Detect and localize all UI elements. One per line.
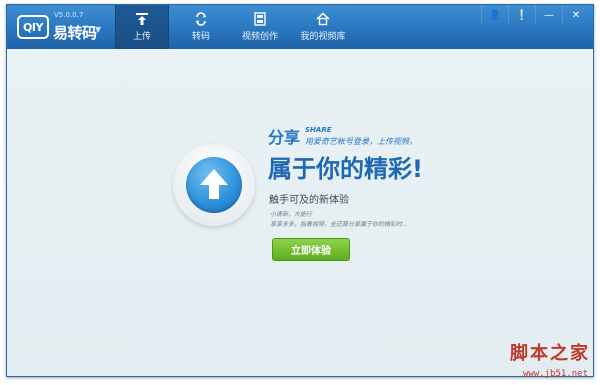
film-icon: [254, 12, 266, 26]
tab-video-creation[interactable]: 视频创作: [233, 5, 287, 49]
tab-label: 上传: [132, 32, 151, 42]
info-icon[interactable]: ❕: [508, 5, 535, 25]
tab-label: 视频创作: [241, 32, 278, 42]
close-icon[interactable]: ✕: [562, 5, 589, 25]
tab-transcode[interactable]: 转码: [174, 5, 228, 49]
upload-button-inner: [186, 157, 242, 213]
app-window: QIY V5.0.0.7 易转码 ▼ 上传 转码 视频创作 我的视频库 👤 ❕ …: [6, 4, 594, 377]
app-name: 易转码: [53, 24, 97, 42]
site-watermark-url: www.jb51.net: [522, 369, 588, 379]
upload-panel: 分享 SHARE 用爱奇艺帐号登录，上传视频， 属于你的精彩! 触手可及的新体验…: [7, 49, 593, 376]
app-menu-chevron-down-icon[interactable]: ▼: [95, 25, 101, 34]
upload-button[interactable]: [173, 144, 255, 226]
upload-icon: [136, 13, 148, 25]
minimize-icon[interactable]: —: [535, 5, 562, 25]
try-now-button[interactable]: 立即体验: [272, 238, 350, 261]
home-icon: [316, 12, 330, 26]
iqiyi-logo: QIY: [17, 15, 49, 39]
promo-subtitle: 用爱奇艺帐号登录，上传视频，: [305, 137, 417, 146]
promo-tagline: 触手可及的新体验: [269, 195, 349, 206]
site-watermark: 脚本之家: [510, 343, 590, 364]
window-controls: 👤 ❕ — ✕: [481, 5, 589, 25]
arrow-up-icon: [200, 169, 228, 199]
title-bar: QIY V5.0.0.7 易转码 ▼ 上传 转码 视频创作 我的视频库 👤 ❕ …: [7, 5, 593, 49]
promo-note-1: 小清新，大能行: [270, 211, 313, 218]
tab-my-video-library[interactable]: 我的视频库: [292, 5, 354, 49]
promo-title-prefix: 分享: [268, 128, 301, 147]
promo-note-2: 享享多多，指看视频，全还算分享属于你的精彩时…: [270, 221, 409, 228]
promo-share-en: SHARE: [305, 126, 332, 134]
user-icon[interactable]: 👤: [481, 5, 508, 25]
tab-label: 我的视频库: [300, 32, 346, 42]
tab-label: 转码: [191, 32, 210, 42]
transcode-icon: [196, 12, 206, 26]
logo-text: QIY: [23, 20, 43, 34]
promo-headline: 属于你的精彩!: [268, 155, 423, 183]
tab-upload[interactable]: 上传: [115, 5, 169, 49]
app-version: V5.0.0.7: [54, 11, 84, 19]
